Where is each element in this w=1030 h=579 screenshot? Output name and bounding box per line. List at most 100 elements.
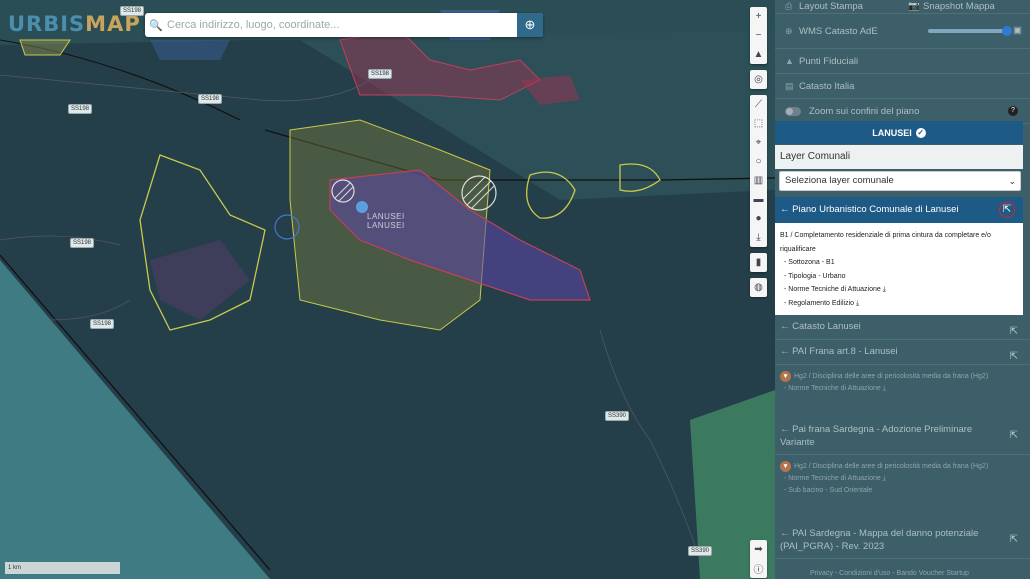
info-icon[interactable]: ⓘ bbox=[750, 559, 767, 578]
external-link-icon[interactable]: ⇱ bbox=[1010, 429, 1018, 442]
pai-danno-label: PAI Sardegna - Mappa del danno potenzial… bbox=[780, 528, 979, 552]
arrow-right-icon[interactable]: ➡ bbox=[750, 540, 767, 559]
download-icon[interactable]: ⤓ bbox=[750, 228, 767, 247]
zoom-confini-toggle[interactable] bbox=[785, 106, 801, 116]
puc-description: B1 / Completamento residenziale di prima… bbox=[780, 232, 991, 253]
layer-comunali-label: Layer Comunali bbox=[775, 145, 1023, 169]
layer-comunale-select[interactable]: Seleziona layer comunale ⌄ bbox=[779, 171, 1021, 191]
external-link-icon[interactable]: ⇱ bbox=[1010, 321, 1018, 343]
wms-row: ⊕ WMS Catasto AdE ▣ bbox=[775, 14, 1030, 49]
side-panel: ⎙ Layout Stampa 📷 Snapshot Mappa ⊕ WMS C… bbox=[775, 0, 1030, 579]
globe-control: ◍ bbox=[750, 278, 767, 297]
zoom-controls: + − ▲ bbox=[750, 7, 767, 64]
puc-header[interactable]: ← Piano Urbanistico Comunale di Lanusei … bbox=[775, 197, 1023, 223]
trash-icon[interactable]: ▥ bbox=[750, 171, 767, 190]
puc-item-norme[interactable]: - Norme Tecniche di Attuazione ⤓ bbox=[780, 283, 1018, 297]
arrow-left-icon: ← bbox=[780, 346, 790, 357]
punti-fiduciali-label: Punti Fiduciali bbox=[799, 55, 859, 67]
search-bar: 🔍 ⊕ bbox=[145, 13, 543, 37]
scale-bar: 1 km bbox=[5, 562, 120, 574]
road-label: SS198 bbox=[70, 238, 95, 248]
road-label: SS390 bbox=[688, 546, 713, 556]
pai-frana-row[interactable]: ← PAI Frana art.8 - Lanusei ⇱ bbox=[775, 341, 1030, 365]
print-icon: ⎙ bbox=[785, 1, 793, 11]
download-icon[interactable]: ⤓ bbox=[883, 286, 886, 293]
external-link-icon[interactable]: ⇱ bbox=[1010, 533, 1018, 546]
arrow-left-icon: ← bbox=[780, 321, 790, 332]
globe-icon[interactable]: ⊕ bbox=[517, 13, 543, 37]
catasto-italia-row[interactable]: ▤ Catasto Italia bbox=[775, 74, 1030, 99]
pai-frana-label: PAI Frana art.8 - Lanusei bbox=[792, 346, 898, 357]
layers-icon[interactable]: ▬ bbox=[750, 190, 767, 209]
zoom-in-icon[interactable]: + bbox=[750, 7, 767, 26]
download-icon[interactable]: ⤓ bbox=[883, 385, 886, 392]
circle-draw-icon[interactable]: ○ bbox=[750, 152, 767, 171]
pai-frana-info: ▼ Hg2 / Disciplina delle aree di pericolo… bbox=[775, 371, 1025, 395]
hg2-norme-link-2[interactable]: - Norme Tecniche di Attuazione bbox=[784, 475, 881, 482]
polygon-draw-icon[interactable]: ⬚ bbox=[750, 114, 767, 133]
bookmark-control: ▮ bbox=[750, 253, 767, 272]
check-icon: ✓ bbox=[915, 127, 926, 138]
print-row: ⎙ Layout Stampa 📷 Snapshot Mappa bbox=[775, 0, 1030, 14]
download-icon[interactable]: ⤓ bbox=[856, 300, 859, 307]
world-icon[interactable]: ◍ bbox=[750, 278, 767, 297]
compass-icon[interactable]: ▲ bbox=[750, 45, 767, 64]
hg2-desc-2: Hg2 / Disciplina delle aree di pericolos… bbox=[794, 463, 989, 470]
norme-link[interactable]: - Norme Tecniche di Attuazione bbox=[784, 286, 881, 293]
search-icon: 🔍 bbox=[149, 19, 163, 32]
locate-control: ◎ bbox=[750, 70, 767, 89]
road-label: SS198 bbox=[90, 319, 115, 329]
hg2-desc: Hg2 / Disciplina delle aree di pericolos… bbox=[794, 373, 989, 380]
footer-links[interactable]: Privacy - Condizioni d'uso - Bando Vouch… bbox=[810, 570, 969, 577]
arrow-left-icon: ← bbox=[780, 204, 790, 215]
bookmark-icon[interactable]: ▮ bbox=[750, 253, 767, 272]
comune-header: LANUSEI ✓ bbox=[775, 121, 1023, 144]
save-icon[interactable]: ▣ bbox=[1013, 25, 1022, 36]
puc-title: Piano Urbanistico Comunale di Lanusei bbox=[792, 204, 959, 215]
external-link-icon[interactable]: ⇱ bbox=[1010, 346, 1018, 368]
triangle-icon: ▲ bbox=[785, 56, 794, 66]
pai-danno-row[interactable]: ← PAI Sardegna - Mappa del danno potenzi… bbox=[775, 523, 1030, 559]
marker-draw-icon[interactable]: ⌖ bbox=[750, 133, 767, 152]
road-label: SS198 bbox=[368, 69, 393, 79]
hg2-norme-link[interactable]: - Norme Tecniche di Attuazione bbox=[784, 385, 881, 392]
select-value: Seleziona layer comunale bbox=[785, 175, 894, 186]
camera-icon: 📷 bbox=[908, 1, 920, 12]
locate-icon[interactable]: ◎ bbox=[750, 70, 767, 89]
pai-sardegna-row[interactable]: ← Pai frana Sardegna - Adozione Prelimin… bbox=[775, 419, 1030, 455]
puc-item-sottozona: - Sottozona - B1 bbox=[784, 259, 835, 266]
pericolosita-badge-icon: ▼ bbox=[780, 461, 791, 472]
puc-details: B1 / Completamento residenziale di prima… bbox=[775, 223, 1023, 315]
zoom-out-icon[interactable]: − bbox=[750, 26, 767, 45]
pin-icon[interactable]: ● bbox=[750, 209, 767, 228]
logo-text-a: URBIS bbox=[8, 12, 86, 36]
draw-toolbar: ⟋ ⬚ ⌖ ○ ▥ ▬ ● ⤓ bbox=[750, 95, 767, 247]
search-input[interactable] bbox=[167, 19, 517, 31]
download-icon[interactable]: ⤓ bbox=[883, 475, 886, 482]
globe-small-icon: ⊕ bbox=[785, 25, 793, 36]
puc-item-regolamento[interactable]: - Regolamento Edilizio ⤓ bbox=[780, 297, 1018, 311]
catasto-icon: ▤ bbox=[785, 80, 794, 91]
map-canvas[interactable]: URBISMAP 🔍 ⊕ SS198 SS198 SS198 SS198 SS1… bbox=[0, 0, 775, 579]
external-link-icon[interactable]: ⇱ bbox=[999, 202, 1015, 218]
opacity-slider[interactable] bbox=[928, 26, 1012, 36]
arrow-left-icon: ← bbox=[780, 528, 790, 539]
line-draw-icon[interactable]: ⟋ bbox=[750, 95, 767, 114]
punti-fiduciali-row[interactable]: ▲ Punti Fiduciali bbox=[775, 49, 1030, 74]
pai-sardegna-label: Pai frana Sardegna - Adozione Preliminar… bbox=[780, 424, 973, 448]
puc-item-tipologia: - Tipologia - Urbano bbox=[784, 272, 846, 280]
pericolosita-badge-icon: ▼ bbox=[780, 371, 791, 382]
road-label: SS198 bbox=[120, 6, 145, 16]
town-label: LANUSEI LANUSEI bbox=[367, 212, 405, 230]
regolamento-link[interactable]: - Regolamento Edilizio bbox=[784, 300, 854, 307]
layout-stampa-button[interactable]: Layout Stampa bbox=[799, 1, 863, 12]
collapse-control: ➡ ⓘ bbox=[750, 540, 767, 578]
catasto-lanusei-row[interactable]: ← Catasto Lanusei ⇱ bbox=[775, 316, 1030, 340]
road-label: SS390 bbox=[605, 411, 630, 421]
snapshot-button[interactable]: Snapshot Mappa bbox=[923, 1, 995, 12]
slider-knob[interactable] bbox=[1002, 26, 1012, 36]
catasto-lanusei-label: Catasto Lanusei bbox=[792, 321, 861, 332]
help-icon[interactable]: ? bbox=[1008, 106, 1018, 116]
road-label: SS198 bbox=[198, 94, 223, 104]
sub-bacino-label: - Sub bacino - Sud Orientale bbox=[784, 487, 873, 494]
